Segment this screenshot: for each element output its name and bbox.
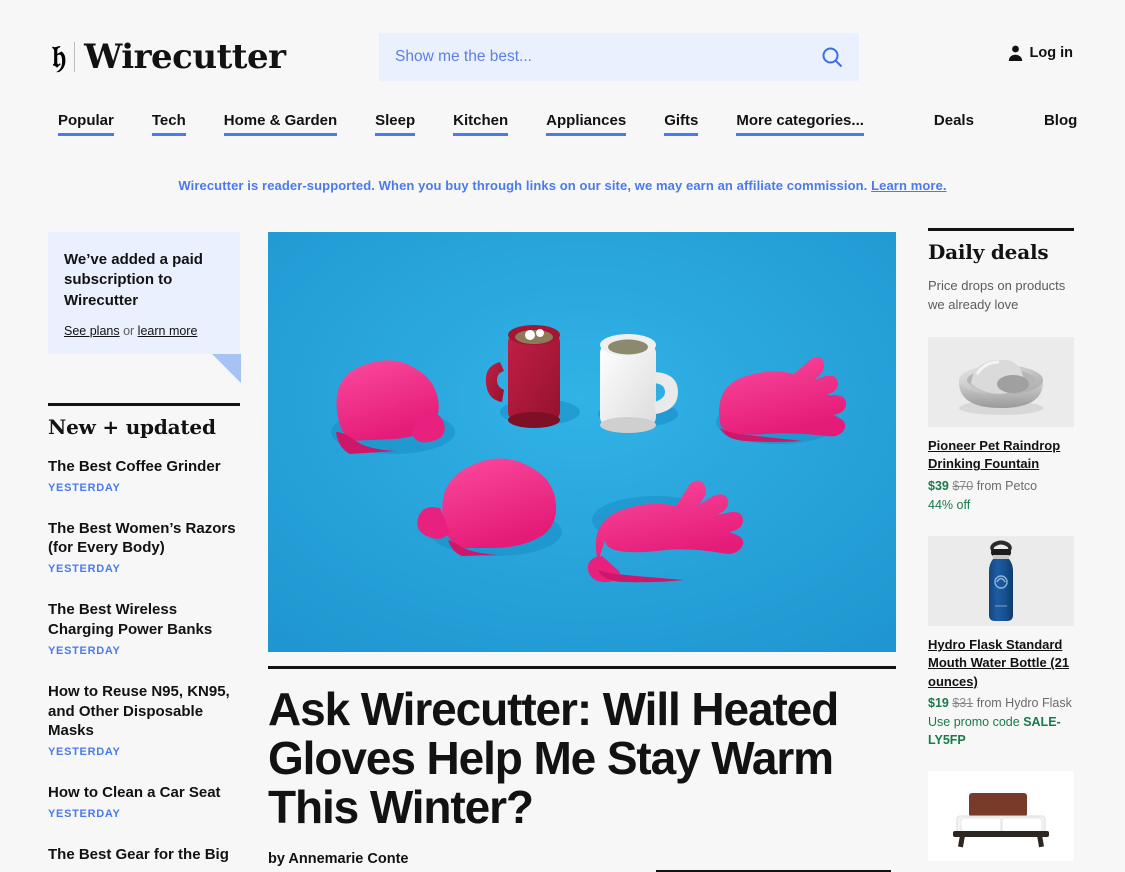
page-title: Ask Wirecutter: Will Heated Gloves Help … [268,683,839,833]
list-item-title: How to Clean a Car Seat [48,784,221,802]
affiliate-learn-more-link[interactable]: Learn more. [871,178,947,193]
learn-more-link[interactable]: learn more [138,324,198,338]
nav-label: Home & Garden [223,112,338,129]
list-item-title: How to Reuse N95, KN95, and Other Dispos… [48,682,230,740]
nav-item-appliances[interactable]: Appliances [546,112,627,136]
section-divider [48,402,240,406]
promo-corner-fold [212,353,241,383]
site-logo[interactable]: 𝔥 Wirecutter [52,40,286,74]
deal-price: $39 $70 from Petco [928,479,1074,493]
subscription-promo-card[interactable]: We’ve added a paid subscription to Wirec… [48,232,241,383]
nav-item-sleep[interactable]: Sleep [375,112,416,136]
promo-title: We’ve added a paid subscription to Wirec… [64,251,203,309]
daily-deals-subtitle: Price drops on products we already love [928,278,1066,312]
nav-label: More categories... [736,112,864,129]
login-label: Log in [1029,45,1074,61]
list-item-date: YESTERDAY [48,746,121,759]
nav-label: Blog [1043,112,1078,129]
nav-label: Tech [151,112,186,129]
search-input[interactable] [379,48,805,66]
new-updated-heading: New + updated [48,414,216,439]
nav-item-home-garden[interactable]: Home & Garden [223,112,338,136]
pet-water-fountain-icon [959,359,1043,415]
deal-image [928,535,1074,626]
logo-divider [74,42,76,72]
deal-note: Use promo code SALE-LY5FP [928,713,1074,749]
deal-note: 44% off [928,496,1074,514]
deal-price-was: $70 [952,478,974,493]
nav-item-more-categories[interactable]: More categories... [736,112,864,136]
section-divider [928,228,1074,231]
deal-retailer: from Petco [976,478,1038,493]
nyt-t-icon: 𝔥 [52,38,66,75]
deal-note-text: 44% off [928,497,971,512]
user-icon [1008,45,1022,61]
article-column: Ask Wirecutter: Will Heated Gloves Help … [268,232,896,872]
nav-item-tech[interactable]: Tech [151,112,186,136]
deal-price-now: $39 [928,478,949,493]
list-item-date: YESTERDAY [48,481,121,494]
main-nav: Popular Tech Home & Garden Sleep Kitchen… [0,112,1125,136]
deal-title[interactable]: Pioneer Pet Raindrop Drinking Fountain [928,437,1074,474]
list-item-title: The Best Coffee Grinder [48,457,221,475]
login-button[interactable]: Log in [1008,45,1074,61]
deal-note-text: Use promo code [928,715,1024,730]
list-item-date: YESTERDAY [48,563,121,576]
nav-label: Gifts [664,112,699,129]
article-byline: by Annemarie Conte [268,851,409,868]
promo-links: See plans or learn more [64,324,224,338]
list-item-title: The Best Wireless Charging Power Banks [48,601,213,638]
list-item-date: YESTERDAY [48,644,121,657]
deal-card[interactable] [928,771,1074,862]
list-item[interactable]: The Best Coffee Grinder YESTERDAY [48,457,240,494]
deal-card[interactable]: Hydro Flask Standard Mouth Water Bottle … [928,535,1074,750]
list-item-date: YESTERDAY [48,807,121,820]
search-bar[interactable] [379,33,859,81]
nav-label: Kitchen [453,112,509,129]
site-header: 𝔥 Wirecutter Log in [0,0,1125,110]
list-item[interactable]: The Best Wireless Charging Power Banks Y… [48,600,240,657]
deal-price-was: $31 [952,696,974,711]
deal-card[interactable]: Pioneer Pet Raindrop Drinking Fountain $… [928,336,1074,514]
search-icon [822,47,843,68]
left-rail: We’ve added a paid subscription to Wirec… [48,232,241,872]
hydro-flask-bottle-icon [989,540,1013,621]
list-item-title: The Best Women’s Razors (for Every Body) [48,519,236,557]
deal-price: $19 $31 from Hydro Flask [928,696,1074,710]
deal-price-now: $19 [928,696,949,711]
new-updated-list: The Best Coffee Grinder YESTERDAY The Be… [48,457,240,865]
nav-label: Popular [58,112,114,129]
deal-retailer: from Hydro Flask [976,696,1072,711]
new-updated-section: New + updated The Best Coffee Grinder YE… [48,402,240,865]
article-hero-image [268,232,896,652]
platform-bed-icon [953,793,1049,848]
nav-item-kitchen[interactable]: Kitchen [453,112,509,136]
deal-image [928,771,1074,862]
daily-deals-rail: Daily deals Price drops on products we a… [928,228,1074,871]
nav-label: Deals [933,112,974,129]
clay-mittens-and-mugs-illustration [268,232,896,652]
affiliate-text: Wirecutter is reader-supported. When you… [178,178,868,193]
see-plans-link[interactable]: See plans [64,324,120,338]
list-item-title: The Best Gear for the Big [48,845,229,863]
deal-title[interactable]: Hydro Flask Standard Mouth Water Bottle … [928,636,1074,691]
nav-item-gifts[interactable]: Gifts [664,112,699,136]
list-item[interactable]: The Best Gear for the Big [48,845,240,865]
logo-wordmark: Wirecutter [84,37,286,77]
daily-deals-heading: Daily deals [928,240,1049,264]
search-button[interactable] [805,33,859,81]
list-item[interactable]: How to Reuse N95, KN95, and Other Dispos… [48,682,240,758]
list-item[interactable]: How to Clean a Car Seat YESTERDAY [48,783,240,820]
wirecutter-page: 𝔥 Wirecutter Log in Popular Tech Home [0,0,1125,872]
nav-item-popular[interactable]: Popular [58,112,114,136]
nav-label: Sleep [375,112,416,129]
nav-item-deals[interactable]: Deals [934,112,974,136]
nav-item-blog[interactable]: Blog [1044,112,1077,136]
promo-conjunction: or [119,323,138,338]
nav-label: Appliances [546,112,627,129]
affiliate-disclosure: Wirecutter is reader-supported. When you… [0,178,1125,193]
article-divider [268,666,896,669]
list-item[interactable]: The Best Women’s Razors (for Every Body)… [48,519,240,576]
deal-image [928,336,1074,427]
